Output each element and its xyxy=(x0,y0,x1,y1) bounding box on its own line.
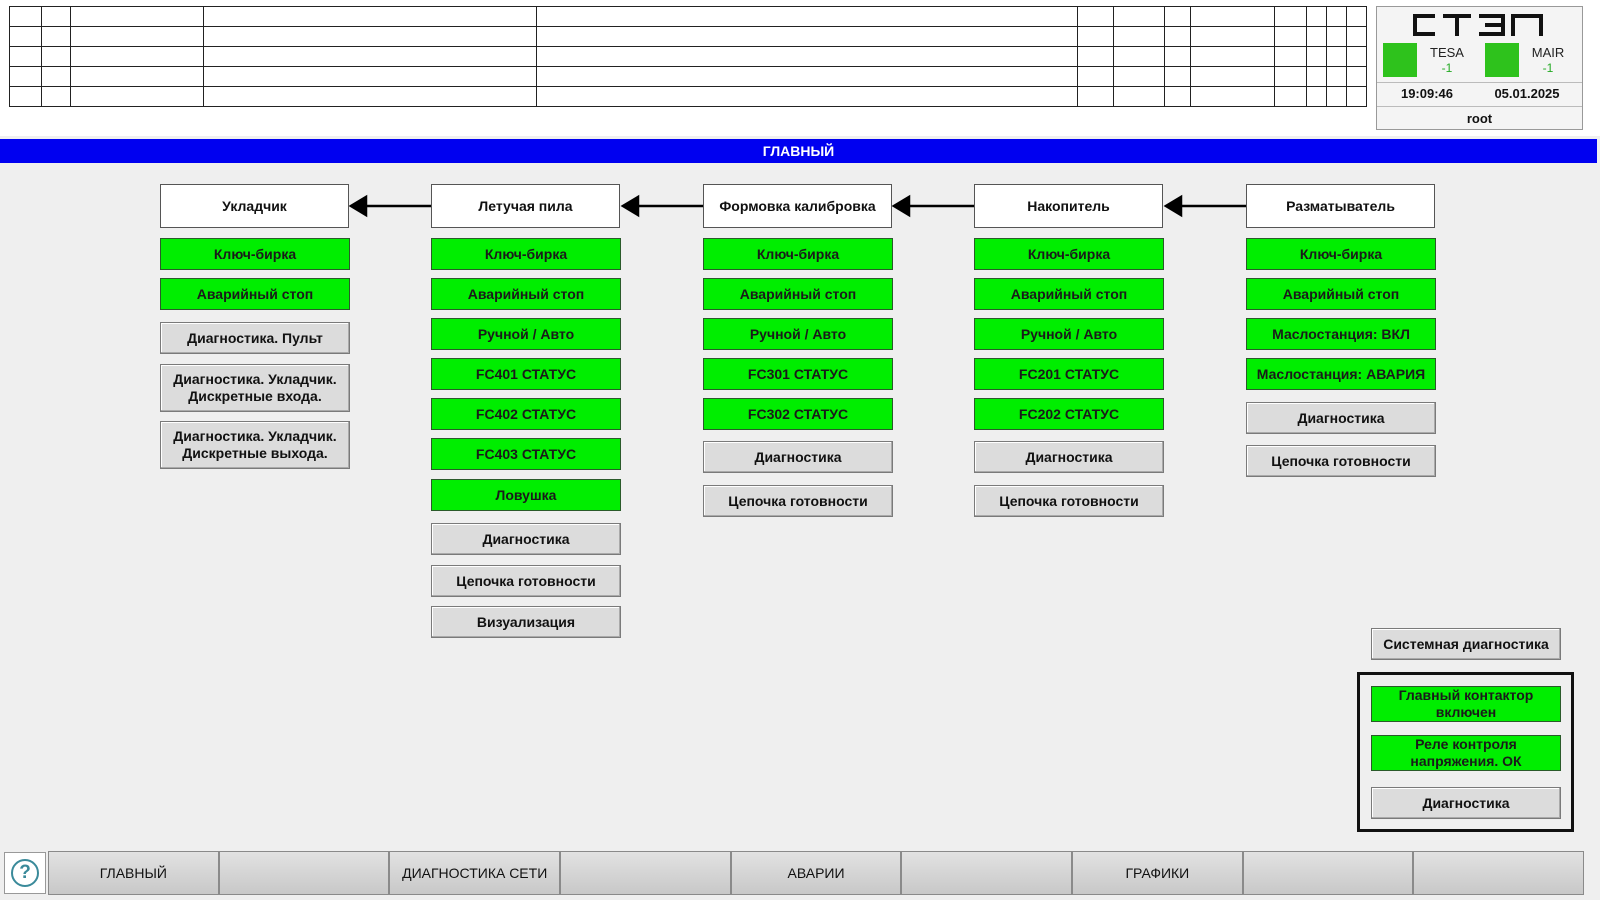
status-trap: Ловушка xyxy=(431,479,621,511)
status-key-tag: Ключ-бирка xyxy=(1246,238,1436,270)
status-key-tag: Ключ-бирка xyxy=(431,238,621,270)
nav-empty-3[interactable] xyxy=(901,851,1073,895)
readiness-chain-button[interactable]: Цепочка готовности xyxy=(1246,445,1436,477)
diag-outputs-button[interactable]: Диагностика. Укладчик. Дискретные выхода… xyxy=(160,421,350,469)
visualization-button[interactable]: Визуализация xyxy=(431,606,621,638)
nav-empty-5[interactable] xyxy=(1413,851,1585,895)
readiness-chain-button[interactable]: Цепочка готовности xyxy=(703,485,893,517)
diagnostics-button[interactable]: Диагностика xyxy=(703,441,893,473)
bottom-navigation: ГЛАВНЫЙ ДИАГНОСТИКА СЕТИ АВАРИИ ГРАФИКИ xyxy=(48,851,1585,895)
status-fc302: FC302 СТАТУС xyxy=(703,398,893,430)
status-fc301: FC301 СТАТУС xyxy=(703,358,893,390)
status-fc401: FC401 СТАТУС xyxy=(431,358,621,390)
nav-alarms[interactable]: АВАРИИ xyxy=(730,851,902,895)
status-emergency-stop: Аварийный стоп xyxy=(703,278,893,310)
status-main-contactor: Главный контактор включен xyxy=(1371,686,1561,722)
nav-network-diagnostics[interactable]: ДИАГНОСТИКА СЕТИ xyxy=(389,851,561,895)
status-key-tag: Ключ-бирка xyxy=(160,238,350,270)
status-fc403: FC403 СТАТУС xyxy=(431,438,621,470)
help-button[interactable]: ? xyxy=(4,852,46,894)
status-fc402: FC402 СТАТУС xyxy=(431,398,621,430)
readiness-chain-button[interactable]: Цепочка готовности xyxy=(974,485,1164,517)
power-diagnostics-button[interactable]: Диагностика xyxy=(1371,787,1561,819)
status-manual-auto: Ручной / Авто xyxy=(431,318,621,350)
status-oil-station-alarm: Маслостанция: АВАРИЯ xyxy=(1246,358,1436,390)
status-manual-auto: Ручной / Авто xyxy=(974,318,1164,350)
section-header-forming: Формовка калибровка xyxy=(703,184,892,228)
section-header-uncoiler: Разматыватель xyxy=(1246,184,1435,228)
status-key-tag: Ключ-бирка xyxy=(974,238,1164,270)
status-manual-auto: Ручной / Авто xyxy=(703,318,893,350)
diag-inputs-button[interactable]: Диагностика. Укладчик. Дискретные входа. xyxy=(160,364,350,412)
section-header-accumulator: Накопитель xyxy=(974,184,1163,228)
nav-empty-2[interactable] xyxy=(560,851,731,895)
status-oil-station-on: Маслостанция: ВКЛ xyxy=(1246,318,1436,350)
section-header-ukladchik: Укладчик xyxy=(160,184,349,228)
section-header-saw: Летучая пила xyxy=(431,184,620,228)
diagnostics-button[interactable]: Диагностика xyxy=(974,441,1164,473)
status-fc201: FC201 СТАТУС xyxy=(974,358,1164,390)
status-key-tag: Ключ-бирка xyxy=(703,238,893,270)
diag-panel-button[interactable]: Диагностика. Пульт xyxy=(160,322,350,354)
readiness-chain-button[interactable]: Цепочка готовности xyxy=(431,565,621,597)
status-emergency-stop: Аварийный стоп xyxy=(974,278,1164,310)
nav-main[interactable]: ГЛАВНЫЙ xyxy=(48,851,219,895)
status-emergency-stop: Аварийный стоп xyxy=(1246,278,1436,310)
status-voltage-relay: Реле контроля напряжения. ОК xyxy=(1371,735,1561,771)
status-fc202: FC202 СТАТУС xyxy=(974,398,1164,430)
nav-empty-4[interactable] xyxy=(1242,851,1414,895)
nav-empty-1[interactable] xyxy=(218,851,390,895)
diagnostics-button[interactable]: Диагностика xyxy=(431,523,621,555)
diagnostics-button[interactable]: Диагностика xyxy=(1246,402,1436,434)
status-emergency-stop: Аварийный стоп xyxy=(160,278,350,310)
status-emergency-stop: Аварийный стоп xyxy=(431,278,621,310)
system-diagnostics-button[interactable]: Системная диагностика xyxy=(1371,628,1561,660)
help-icon: ? xyxy=(11,859,39,887)
nav-charts[interactable]: ГРАФИКИ xyxy=(1072,851,1243,895)
